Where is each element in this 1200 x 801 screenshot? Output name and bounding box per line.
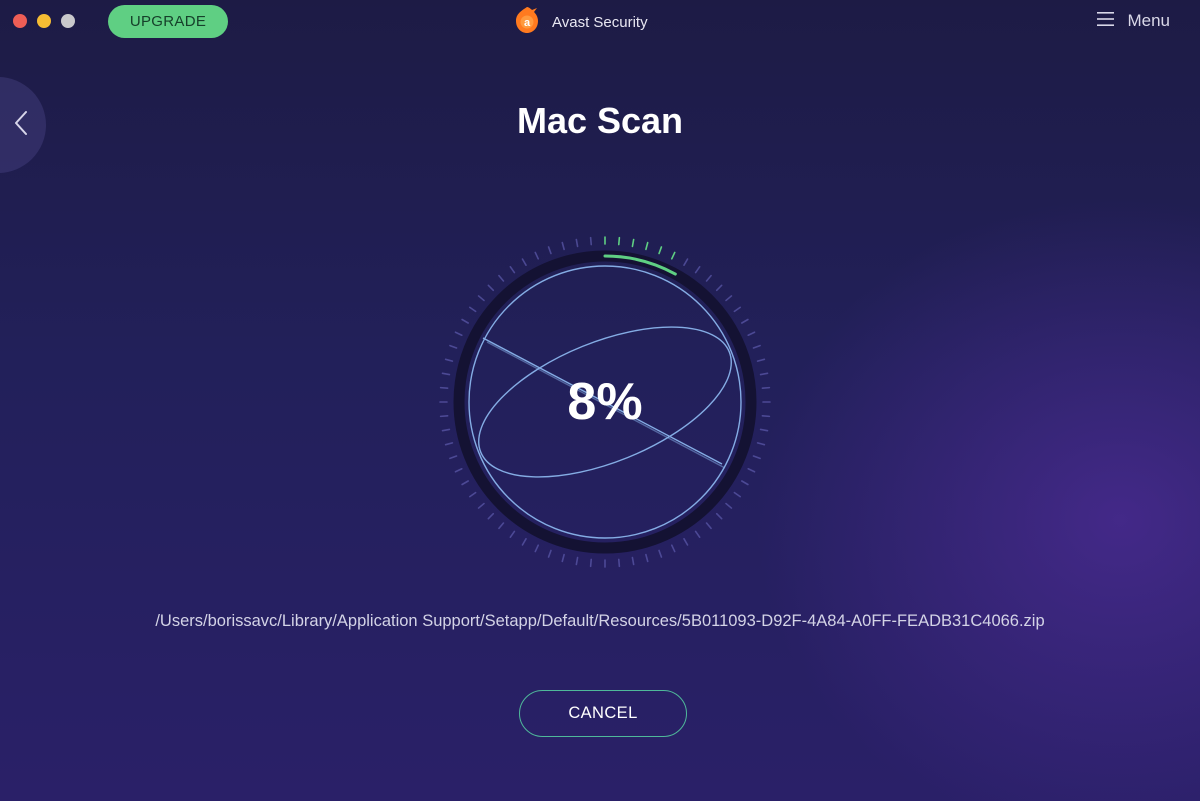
progress-tick — [694, 530, 701, 538]
progress-tick — [477, 295, 485, 302]
app-window: UPGRADE a Avast Security Menu Mac Scan 8… — [0, 0, 1200, 801]
progress-tick — [498, 274, 505, 282]
progress-tick — [725, 502, 733, 509]
progress-tick — [658, 246, 663, 255]
progress-tick — [561, 241, 565, 251]
progress-tick — [752, 455, 761, 460]
progress-tick — [741, 318, 749, 324]
progress-tick — [454, 331, 463, 337]
progress-tick — [547, 246, 552, 255]
progress-percent: 8% — [567, 373, 643, 431]
progress-tick — [747, 331, 756, 337]
progress-tick — [575, 556, 579, 566]
menu-button[interactable]: Menu — [1097, 8, 1170, 34]
progress-tick — [487, 512, 495, 520]
progress-tick — [469, 306, 477, 313]
progress-tick — [487, 284, 495, 292]
progress-tick — [469, 491, 477, 498]
progress-tick — [683, 538, 689, 546]
progress-tick — [534, 544, 540, 553]
app-brand: a Avast Security — [512, 5, 648, 40]
progress-tick — [617, 236, 621, 246]
progress-tick — [498, 522, 505, 530]
svg-text:a: a — [524, 17, 531, 29]
avast-logo-icon: a — [512, 5, 542, 40]
progress-tick — [756, 442, 766, 446]
progress-tick — [589, 558, 593, 568]
progress-tick — [741, 480, 749, 486]
progress-tick — [631, 238, 635, 248]
progress-tick — [461, 318, 469, 324]
progress-tick — [444, 442, 454, 446]
progress-tick — [658, 549, 663, 558]
progress-tick — [705, 522, 712, 530]
maximize-window-button[interactable] — [61, 14, 75, 28]
progress-tick — [645, 241, 649, 251]
progress-tick — [694, 266, 701, 274]
progress-tick — [733, 306, 741, 313]
progress-tick — [509, 530, 516, 538]
upgrade-button[interactable]: UPGRADE — [108, 5, 228, 38]
progress-tick — [715, 284, 723, 292]
progress-tick — [752, 344, 761, 349]
close-window-button[interactable] — [13, 14, 27, 28]
page-title: Mac Scan — [516, 100, 684, 141]
progress-tick — [575, 238, 579, 248]
progress-tick — [454, 467, 463, 473]
progress-tick — [747, 467, 756, 473]
progress-tick — [756, 358, 766, 362]
progress-tick — [521, 258, 527, 266]
progress-tick — [444, 358, 454, 362]
minimize-window-button[interactable] — [37, 14, 51, 28]
app-title: Avast Security — [552, 13, 648, 31]
progress-tick — [715, 512, 723, 520]
progress-tick — [683, 258, 689, 266]
progress-tick — [670, 544, 676, 553]
hamburger-icon — [1097, 11, 1115, 32]
progress-tick — [670, 251, 676, 260]
progress-tick — [733, 491, 741, 498]
progress-tick — [561, 553, 565, 563]
window-controls — [13, 14, 75, 28]
progress-tick — [631, 556, 635, 566]
progress-tick — [477, 502, 485, 509]
progress-tick — [725, 295, 733, 302]
progress-tick — [449, 344, 458, 349]
progress-tick — [509, 266, 516, 274]
progress-tick — [617, 558, 621, 568]
progress-tick — [547, 549, 552, 558]
progress-tick — [461, 480, 469, 486]
progress-tick — [705, 274, 712, 282]
progress-tick — [589, 236, 593, 246]
menu-label: Menu — [1127, 11, 1170, 30]
progress-tick — [534, 251, 540, 260]
progress-tick — [521, 538, 527, 546]
cancel-button[interactable]: CANCEL — [519, 690, 687, 737]
current-scan-file: /Users/borissavc/Library/Application Sup… — [155, 612, 1045, 630]
progress-tick — [449, 455, 458, 460]
progress-tick — [645, 553, 649, 563]
